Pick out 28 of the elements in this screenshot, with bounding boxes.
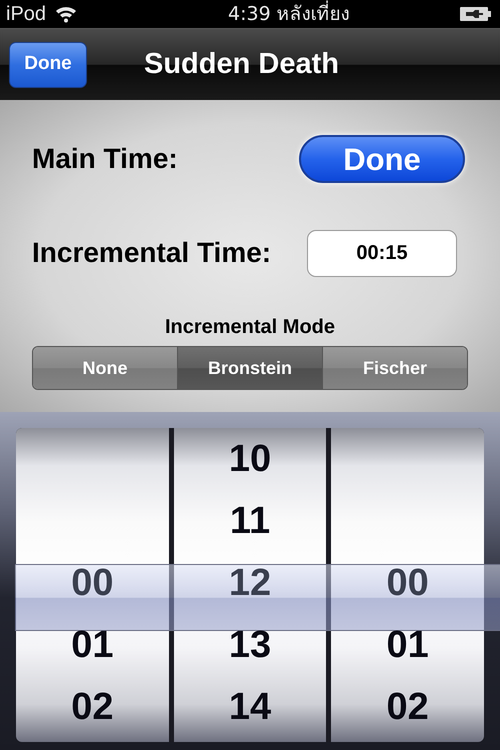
- wifi-icon: [54, 5, 78, 23]
- picker-wheel[interactable]: 00 01 02: [16, 428, 169, 742]
- picker-value[interactable]: 00: [71, 564, 114, 602]
- mode-segment[interactable]: Bronstein: [177, 347, 322, 389]
- time-field[interactable]: 00:15: [307, 230, 457, 276]
- picker-value[interactable]: 10: [228, 440, 272, 478]
- screen-title: Sudden Death: [144, 46, 339, 82]
- picker-value[interactable]: 02: [71, 688, 114, 726]
- main-time-label: Main Time:: [32, 142, 178, 176]
- picker-value[interactable]: 12: [228, 564, 272, 602]
- incremental-mode-label: Incremental Mode: [164, 315, 336, 340]
- mode-segment[interactable]: None: [33, 347, 177, 389]
- picker-value[interactable]: 14: [228, 688, 272, 726]
- picker-value[interactable]: 02: [386, 688, 429, 726]
- picker-value[interactable]: 13: [228, 626, 272, 664]
- done-button[interactable]: Done: [9, 42, 87, 88]
- carrier-label: iPod: [6, 2, 46, 27]
- incremental-time-label: Incremental Time:: [32, 236, 272, 270]
- picker-value[interactable]: 11: [230, 502, 270, 540]
- status-time: 4:39 หลังเที่ยง: [228, 0, 350, 27]
- picker-value[interactable]: 00: [386, 564, 429, 602]
- picker-wheel[interactable]: 00 01 02: [331, 428, 484, 742]
- picker-value[interactable]: 01: [71, 626, 114, 664]
- picker-value[interactable]: 01: [386, 626, 429, 664]
- picker-wheel[interactable]: 10 11 12 13 14: [174, 428, 326, 742]
- battery-charging-icon: [460, 6, 492, 22]
- mode-segment[interactable]: Fischer: [322, 347, 467, 389]
- done-button[interactable]: Done: [299, 135, 465, 183]
